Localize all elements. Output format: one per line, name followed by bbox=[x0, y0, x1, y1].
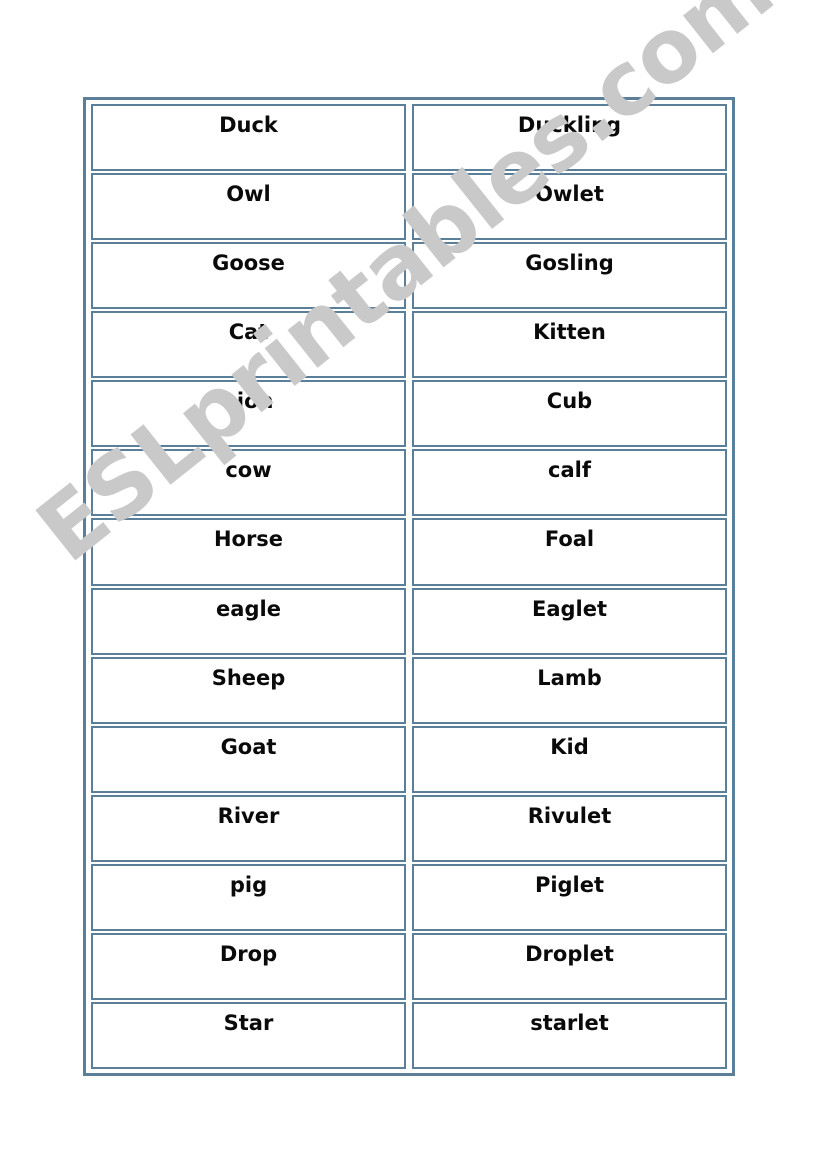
word-cell-right[interactable]: calf bbox=[412, 449, 727, 517]
table-row: Drop Droplet bbox=[91, 932, 727, 1001]
word-cell-right[interactable]: Droplet bbox=[412, 932, 727, 1001]
word-cell-left[interactable]: Lion bbox=[91, 380, 406, 448]
word-label: Drop bbox=[219, 941, 278, 966]
word-cell-left[interactable]: Star bbox=[91, 1002, 406, 1070]
word-cell-right[interactable]: Duckling bbox=[412, 104, 727, 172]
word-label: cow bbox=[225, 458, 272, 483]
word-cell-left[interactable]: Goat bbox=[91, 725, 406, 793]
word-cell-left[interactable]: Owl bbox=[91, 173, 406, 241]
word-label: starlet bbox=[530, 1011, 609, 1036]
table-row: River Rivulet bbox=[91, 794, 727, 862]
word-cell-left[interactable]: Drop bbox=[91, 932, 406, 1001]
word-label: Duckling bbox=[517, 113, 622, 137]
word-cell-right[interactable]: Lamb bbox=[412, 656, 727, 724]
word-label: Lamb bbox=[537, 665, 602, 690]
table-row: Goat Kid bbox=[91, 725, 727, 793]
word-label: Eaglet bbox=[531, 596, 608, 621]
word-label: Goose bbox=[212, 251, 285, 276]
table-row: Goose Gosling bbox=[91, 242, 727, 310]
word-cell-left[interactable]: Cat bbox=[91, 311, 406, 379]
word-label: Kitten bbox=[533, 320, 606, 345]
word-cell-right[interactable]: Kitten bbox=[412, 311, 727, 379]
table-body: Duck Duckling Owl Owlet Goose Gosling Cat Kitte… bbox=[91, 104, 727, 1070]
word-cell-left[interactable]: eagle bbox=[91, 587, 406, 655]
word-label: Kid bbox=[550, 734, 589, 759]
word-label: pig bbox=[229, 872, 268, 897]
word-label: Owl bbox=[226, 182, 271, 207]
word-label: calf bbox=[548, 458, 591, 483]
worksheet-page: ESLprintables.com Duck Duckling Owl Owlet Go… bbox=[0, 0, 826, 1169]
word-label: River bbox=[217, 803, 280, 828]
word-cell-left[interactable]: Duck bbox=[91, 104, 406, 172]
table-row: Star starlet bbox=[91, 1002, 727, 1070]
table-row: Lion Cub bbox=[91, 380, 727, 448]
word-cell-right[interactable]: Gosling bbox=[412, 242, 727, 310]
word-cell-left[interactable]: Sheep bbox=[91, 656, 406, 724]
word-pair-table: Duck Duckling Owl Owlet Goose Gosling Cat Kitte… bbox=[83, 97, 735, 1076]
word-label: Goat bbox=[220, 734, 277, 759]
word-cell-right[interactable]: Owlet bbox=[412, 173, 727, 241]
word-cell-left[interactable]: Goose bbox=[91, 242, 406, 310]
word-label: Gosling bbox=[525, 251, 614, 276]
table-row: Duck Duckling bbox=[91, 104, 727, 172]
word-cell-right[interactable]: Foal bbox=[412, 518, 727, 586]
word-cell-left[interactable]: Horse bbox=[91, 518, 406, 586]
word-cell-right[interactable]: Eaglet bbox=[412, 587, 727, 655]
word-label: Piglet bbox=[534, 872, 605, 897]
word-label: Star bbox=[223, 1011, 274, 1036]
word-cell-right[interactable]: Piglet bbox=[412, 863, 727, 931]
table-row: Owl Owlet bbox=[91, 173, 727, 241]
word-cell-left[interactable]: cow bbox=[91, 449, 406, 517]
word-label: Duck bbox=[219, 113, 278, 137]
table-row: Sheep Lamb bbox=[91, 656, 727, 724]
word-cell-right[interactable]: Rivulet bbox=[412, 794, 727, 862]
table-row: cow calf bbox=[91, 449, 727, 517]
table-row: eagle Eaglet bbox=[91, 587, 727, 655]
word-label: Foal bbox=[544, 527, 595, 552]
word-label: Owlet bbox=[535, 182, 604, 207]
table-row: pig Piglet bbox=[91, 863, 727, 931]
word-label: Cat bbox=[228, 320, 269, 345]
word-cell-left[interactable]: pig bbox=[91, 863, 406, 931]
table-row: Horse Foal bbox=[91, 518, 727, 586]
word-label: Lion bbox=[223, 389, 274, 414]
word-cell-right[interactable]: Kid bbox=[412, 725, 727, 793]
word-cell-left[interactable]: River bbox=[91, 794, 406, 862]
table-row: Cat Kitten bbox=[91, 311, 727, 379]
word-label: eagle bbox=[216, 596, 281, 621]
word-cell-right[interactable]: starlet bbox=[412, 1002, 727, 1070]
word-label: Droplet bbox=[525, 941, 614, 966]
word-label: Cub bbox=[546, 389, 593, 414]
word-label: Sheep bbox=[211, 665, 286, 690]
word-cell-right[interactable]: Cub bbox=[412, 380, 727, 448]
word-label: Horse bbox=[213, 527, 284, 552]
word-label: Rivulet bbox=[527, 803, 612, 828]
